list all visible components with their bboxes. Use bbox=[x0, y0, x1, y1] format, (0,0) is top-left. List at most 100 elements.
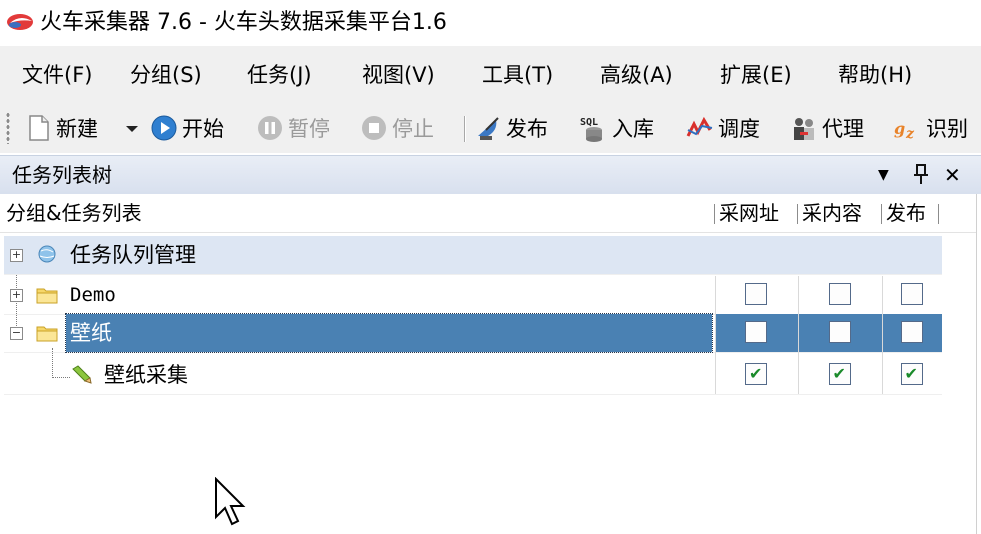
panel-right-border bbox=[976, 194, 977, 534]
svg-text:g: g bbox=[894, 119, 905, 138]
collect-url-checkbox[interactable] bbox=[745, 321, 767, 343]
folder-icon bbox=[36, 288, 58, 304]
train-logo-icon bbox=[7, 14, 33, 30]
column-grid-line bbox=[882, 276, 883, 394]
panel-menu-chevron-icon[interactable]: ▼ bbox=[878, 162, 889, 188]
check-icon: ✔ bbox=[749, 364, 763, 383]
column-collect-url[interactable]: 采网址 bbox=[719, 198, 779, 228]
pause-label: 暂停 bbox=[288, 117, 330, 141]
collect-content-checkbox[interactable] bbox=[828, 283, 851, 305]
toolbar: 新建 开始 暂停 停止 发布 SQL 入库 调度 代理 g z 识别 bbox=[0, 103, 981, 153]
pause-button[interactable]: 暂停 bbox=[256, 112, 330, 144]
publish-cell: ✔ bbox=[883, 356, 942, 394]
collect-url-checkbox[interactable] bbox=[745, 283, 767, 305]
column-divider[interactable] bbox=[938, 204, 939, 224]
expand-icon[interactable]: + bbox=[10, 289, 23, 302]
title-bar: 火车采集器 7.6 - 火车头数据采集平台1.6 bbox=[0, 0, 981, 46]
collect-content-cell bbox=[799, 314, 882, 352]
column-grid-line bbox=[798, 276, 799, 394]
tree-row-task-queue[interactable]: + 任务队列管理 bbox=[4, 236, 942, 275]
task-tree: + 任务队列管理 + Demo − 壁纸 壁纸采集 ✔ ✔ ✔ bbox=[0, 236, 976, 534]
start-label: 开始 bbox=[182, 117, 224, 141]
publish-label: 发布 bbox=[506, 117, 548, 141]
collect-url-cell bbox=[716, 314, 798, 352]
check-icon: ✔ bbox=[832, 364, 846, 383]
satellite-icon bbox=[478, 117, 499, 140]
column-grid-line bbox=[715, 276, 716, 394]
tree-label: 壁纸 bbox=[65, 313, 713, 353]
collect-content-cell: ✔ bbox=[799, 356, 882, 394]
column-collect-content[interactable]: 采内容 bbox=[802, 198, 862, 228]
pencil-task-icon bbox=[72, 365, 92, 384]
tree-row-wallpaper[interactable]: − 壁纸 bbox=[4, 313, 942, 353]
menu-tools[interactable]: 工具(T) bbox=[482, 60, 553, 90]
schedule-button[interactable]: 调度 bbox=[686, 112, 760, 144]
column-header: 分组&任务列表 采网址 采内容 发布 bbox=[0, 194, 976, 233]
play-icon bbox=[151, 115, 177, 141]
menu-bar: 文件(F) 分组(S) 任务(J) 视图(V) 工具(T) 高级(A) 扩展(E… bbox=[0, 46, 981, 103]
toolbar-separator bbox=[464, 116, 466, 142]
task-tree-panel-header: 任务列表树 ▼ ✕ bbox=[0, 155, 981, 194]
schedule-chart-icon bbox=[686, 116, 713, 137]
new-dropdown-arrow-icon[interactable] bbox=[126, 126, 138, 132]
window-title: 火车采集器 7.6 - 火车头数据采集平台1.6 bbox=[40, 10, 447, 35]
close-icon[interactable]: ✕ bbox=[944, 162, 961, 188]
import-db-label: 入库 bbox=[612, 117, 654, 141]
panel-title: 任务列表树 bbox=[12, 163, 112, 187]
column-divider[interactable] bbox=[797, 204, 798, 224]
publish-cell bbox=[883, 314, 942, 352]
toolbar-grip[interactable] bbox=[6, 112, 10, 144]
publish-cell bbox=[883, 276, 942, 314]
publish-button[interactable]: 发布 bbox=[474, 112, 548, 144]
menu-group[interactable]: 分组(S) bbox=[130, 60, 202, 90]
sql-database-icon: SQL bbox=[580, 117, 602, 142]
schedule-label: 调度 bbox=[718, 117, 760, 141]
menu-view[interactable]: 视图(V) bbox=[362, 60, 435, 90]
proxy-people-icon bbox=[794, 118, 814, 140]
menu-advanced[interactable]: 高级(A) bbox=[600, 60, 673, 90]
collect-url-cell bbox=[716, 276, 798, 314]
expand-icon[interactable]: + bbox=[10, 249, 23, 262]
stop-icon bbox=[362, 116, 386, 140]
collect-url-checkbox[interactable]: ✔ bbox=[745, 363, 767, 385]
folder-icon bbox=[36, 326, 58, 342]
collect-content-checkbox[interactable] bbox=[828, 321, 851, 343]
column-divider[interactable] bbox=[881, 204, 882, 224]
pin-icon[interactable] bbox=[912, 162, 930, 188]
tree-row-demo[interactable]: + Demo bbox=[4, 276, 942, 315]
tree-row-wallpaper-task[interactable]: 壁纸采集 ✔ ✔ ✔ bbox=[4, 356, 942, 395]
collect-content-cell bbox=[799, 276, 882, 314]
proxy-button[interactable]: 代理 bbox=[790, 112, 864, 144]
collapse-icon[interactable]: − bbox=[10, 327, 23, 340]
proxy-label: 代理 bbox=[822, 117, 864, 141]
menu-file[interactable]: 文件(F) bbox=[22, 60, 92, 90]
captcha-recognize-icon: g z bbox=[894, 119, 915, 142]
new-label: 新建 bbox=[56, 117, 98, 141]
globe-icon bbox=[38, 245, 56, 263]
recognize-label: 识别 bbox=[926, 117, 968, 141]
publish-checkbox[interactable] bbox=[900, 321, 923, 343]
new-button[interactable]: 新建 bbox=[24, 112, 98, 144]
menu-task[interactable]: 任务(J) bbox=[247, 60, 312, 90]
menu-help[interactable]: 帮助(H) bbox=[838, 60, 912, 90]
check-icon: ✔ bbox=[904, 364, 918, 383]
tree-label: 任务队列管理 bbox=[70, 243, 196, 267]
svg-text:z: z bbox=[905, 126, 915, 142]
column-tree[interactable]: 分组&任务列表 bbox=[6, 198, 142, 228]
import-db-button[interactable]: SQL 入库 bbox=[580, 112, 654, 144]
collect-content-checkbox[interactable]: ✔ bbox=[828, 363, 851, 385]
publish-checkbox[interactable]: ✔ bbox=[900, 363, 923, 385]
collect-url-cell: ✔ bbox=[716, 356, 798, 394]
recognize-button[interactable]: g z 识别 bbox=[894, 112, 968, 144]
publish-checkbox[interactable] bbox=[900, 283, 923, 305]
start-button[interactable]: 开始 bbox=[150, 112, 224, 144]
tree-label: Demo bbox=[70, 284, 116, 306]
column-divider[interactable] bbox=[714, 204, 715, 224]
menu-extend[interactable]: 扩展(E) bbox=[720, 60, 792, 90]
new-document-icon bbox=[29, 115, 49, 141]
column-publish[interactable]: 发布 bbox=[886, 198, 926, 228]
pause-icon bbox=[258, 116, 282, 140]
stop-label: 停止 bbox=[392, 117, 434, 141]
tree-label: 壁纸采集 bbox=[104, 363, 188, 387]
stop-button[interactable]: 停止 bbox=[360, 112, 434, 144]
